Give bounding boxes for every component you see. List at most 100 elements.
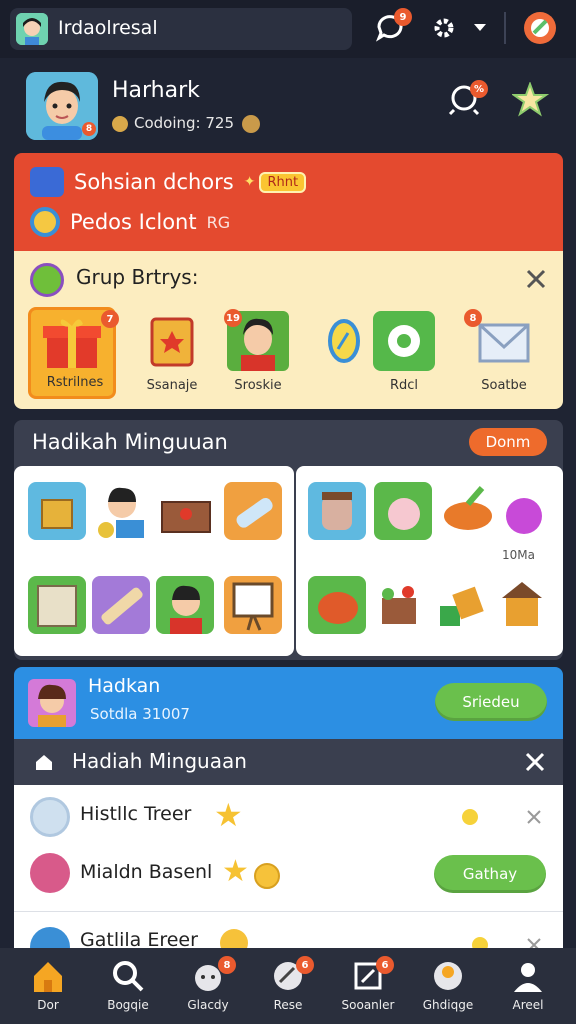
nav-item-home[interactable]: Dor [12, 956, 84, 1020]
nav-label: Glacdy [187, 998, 229, 1012]
list-action-button[interactable]: Gathay [434, 855, 546, 893]
nav-badge: 6 [296, 956, 314, 974]
gift-label: Rstrilnes [46, 375, 104, 390]
character-icon [30, 167, 64, 197]
nav-item-search[interactable]: Bogqie [92, 956, 164, 1020]
gift-label: Sroskie [234, 378, 282, 393]
profile-stat-text: Codoing: 725 [134, 114, 234, 132]
home-icon [34, 753, 54, 775]
promo-panel: Sohsian dchors ✦ Rhnt Pedos Iclont RG [14, 153, 563, 251]
gift-badge: 7 [101, 310, 119, 328]
chat-icon[interactable]: 9 [372, 8, 412, 46]
gift-item-soatbe[interactable]: 8 Soatbe [460, 307, 548, 399]
reward-tile[interactable] [438, 482, 496, 540]
list-item-title: Histllc Treer [80, 803, 192, 825]
profile-stat: Codoing: 725 [112, 114, 260, 133]
sparkle-icon: ✦ [243, 174, 256, 190]
coin-icon [254, 863, 280, 889]
reward-tile[interactable] [492, 576, 550, 634]
dismiss-icon[interactable] [526, 809, 542, 829]
avatar[interactable]: 8 [26, 72, 98, 140]
list-item[interactable]: Mialdn Basenl ★ Gathay [14, 845, 563, 903]
close-icon[interactable] [522, 265, 550, 293]
reward-tile[interactable] [308, 482, 366, 540]
gem-icon [30, 263, 64, 297]
clock-icon [30, 797, 70, 837]
reward-grid-right: 10Ma [296, 466, 563, 656]
top-bar: Irdaolresal 9 [0, 0, 576, 58]
promo-row-1[interactable]: Sohsian dchors ✦ Rhnt [30, 167, 307, 197]
profile-name: Harhark [112, 78, 200, 103]
promo-tag: Rhnt [259, 171, 307, 193]
list-title: Hadiah Minguaan [72, 749, 247, 773]
group-title: Grup Brtrys: [76, 265, 199, 289]
gift-label: Soatbe [481, 378, 527, 393]
gear-icon[interactable] [426, 10, 462, 46]
gift-label: Rdcl [389, 378, 419, 393]
search-icon [113, 961, 144, 992]
nav-badge: 6 [376, 956, 394, 974]
gift-item-rstrilnes[interactable]: 7 Rstrilnes [28, 307, 119, 399]
reward-tile[interactable] [92, 482, 150, 540]
account-avatar-icon[interactable] [522, 10, 558, 46]
star-icon[interactable] [510, 81, 552, 122]
coin-icon [462, 809, 478, 825]
reward-tile[interactable] [374, 482, 432, 540]
gift-item-ssanaje[interactable]: Ssanaje [128, 307, 216, 399]
reward-tile[interactable] [308, 576, 366, 634]
reward-tile[interactable] [92, 576, 150, 634]
promo-row-1-text: Sohsian dchors [74, 170, 234, 194]
nav-item-window[interactable]: 6 Sooanler [332, 956, 404, 1020]
star-icon: ★ [214, 796, 243, 834]
smiley-icon [242, 114, 260, 133]
reward-tile[interactable] [156, 576, 214, 634]
bottom-nav: Dor Bogqie 8 Glacdy 6 Rese 6 Sooanler Gh… [0, 948, 576, 1024]
user-icon [514, 963, 542, 992]
list-item[interactable]: Histllc Treer ★ [14, 787, 563, 845]
group-gift-panel: Grup Brtrys: 7 Rstrilnes Ssanaje 19 Sros… [14, 251, 563, 409]
weekly-button[interactable]: Donm [469, 428, 547, 456]
gift-badge: 8 [464, 309, 482, 327]
user-bar: Hadkan Sotdla 31007 Sriedeu [14, 667, 563, 739]
user-subtitle: Sotdla 31007 [90, 705, 190, 723]
promo-row-2[interactable]: Pedos Iclont RG [30, 207, 230, 237]
chevron-down-icon[interactable] [462, 10, 498, 46]
nav-item-pet[interactable]: 8 Glacdy [172, 956, 244, 1020]
reward-tile[interactable] [224, 482, 282, 540]
reward-tile[interactable] [496, 482, 554, 540]
reward-tile[interactable] [28, 482, 86, 540]
nav-label: Sooanler [341, 998, 395, 1012]
nav-item-user[interactable]: Areel [492, 956, 564, 1020]
user-name: Hadkan [88, 675, 161, 697]
reward-tile[interactable] [28, 576, 86, 634]
divider [504, 12, 506, 44]
nav-item-coin[interactable]: Ghdiqge [412, 956, 484, 1020]
gift-item-sroskie[interactable]: 19 Sroskie [214, 307, 302, 399]
reward-grid-left [14, 466, 294, 656]
gift-item-rdcl[interactable]: Rdcl [360, 307, 448, 399]
list-header: Hadiah Minguaan [14, 739, 563, 785]
coin-icon [112, 115, 128, 132]
app-title: Irdaolresal [58, 17, 158, 39]
promo-row-2-suffix: RG [206, 212, 231, 232]
notification-icon[interactable]: % [446, 78, 488, 120]
close-icon[interactable] [522, 749, 548, 779]
reward-tile[interactable] [434, 576, 492, 634]
user-avatar[interactable] [28, 679, 76, 727]
app-logo-icon [16, 13, 48, 45]
nav-item-edit[interactable]: 6 Rese [252, 956, 324, 1020]
reward-tile[interactable] [224, 576, 282, 634]
app-title-bar[interactable]: Irdaolresal [10, 8, 352, 50]
gift-badge: 19 [224, 309, 242, 327]
nav-label: Areel [512, 998, 544, 1012]
reward-tile[interactable] [370, 576, 428, 634]
reward-value: 10Ma [502, 548, 535, 562]
reward-tile[interactable] [156, 482, 214, 540]
weekly-title: Hadikah Minguuan [32, 430, 228, 454]
claim-button[interactable]: Sriedeu [435, 683, 547, 721]
avatar [30, 853, 70, 893]
weekly-rewards-panel: Hadikah Minguuan Donm 10Ma [14, 420, 563, 660]
notification-badge: % [470, 80, 488, 98]
avatar-badge: 8 [82, 122, 96, 136]
gift-label: Ssanaje [146, 378, 198, 393]
